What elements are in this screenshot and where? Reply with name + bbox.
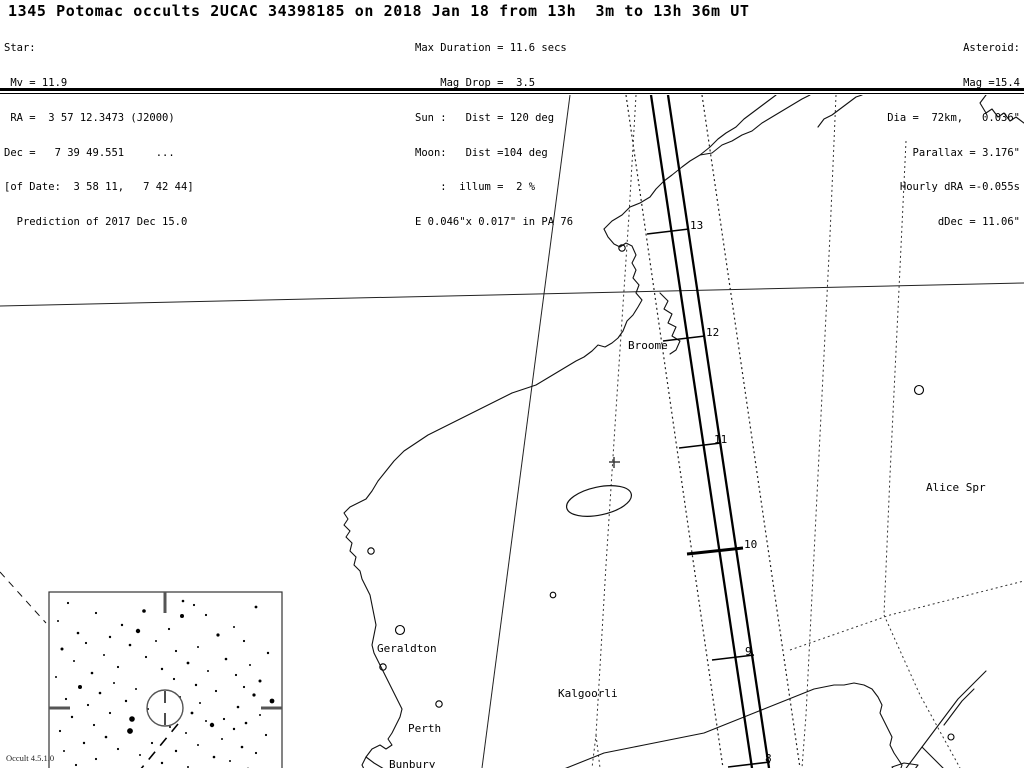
coast-northeast [699, 95, 811, 156]
city-label-perth: Perth [408, 722, 442, 735]
time-tick-label-10: 10 [744, 538, 758, 551]
error-limit-west [625, 95, 724, 768]
max-duration: Max Duration = 11.6 secs [415, 42, 567, 55]
star-field-inset[interactable] [48, 591, 283, 768]
path-limit-south [666, 95, 771, 768]
time-tick-label-11: 11 [714, 433, 728, 446]
star-heading: Star: [4, 42, 36, 55]
star-field-chart [48, 591, 283, 768]
tick-10 [686, 546, 744, 556]
city-dot-mtgambie [947, 733, 955, 741]
city-markers [367, 244, 955, 741]
time-tick-label-12: 12 [706, 326, 720, 339]
border-wa-sa-south [595, 734, 601, 768]
salt-lake-outline [565, 485, 633, 517]
island-small-1 [891, 762, 919, 768]
city-label-broome: Broome [628, 339, 668, 352]
city-label-alicespr: Alice Spr [926, 481, 986, 494]
coast-gulf-inner [943, 688, 975, 726]
border-sa-horizontal [789, 580, 1024, 651]
coast-west [343, 392, 513, 768]
city-dot-geraldton [367, 547, 375, 555]
coast-gulf [817, 95, 863, 128]
asteroid-heading: Asteroid: [963, 42, 1020, 55]
error-limit-east [701, 95, 801, 768]
coast-gulf-east [979, 95, 1024, 124]
path-limit-north [649, 95, 754, 768]
time-tick-label-9: 9 [745, 645, 752, 658]
time-tick-label-8: 8 [765, 752, 772, 765]
border-nt-sa [883, 140, 907, 616]
tick-13 [646, 228, 690, 235]
coast-st-vincent-gulf [921, 746, 944, 768]
city-dot-albany [435, 700, 443, 708]
header-divider [0, 88, 1024, 91]
coast-north-top [603, 95, 777, 230]
time-tick-label-13: 13 [690, 219, 704, 232]
tick-12 [662, 335, 706, 342]
path-center-marker [609, 457, 620, 468]
border-nt-qld [801, 95, 837, 768]
meridian-line-120e [481, 95, 571, 768]
occultation-prediction-page: 1345 Potomac occults 2UCAC 34398185 on 2… [0, 0, 1024, 768]
border-sa-nsw [883, 614, 961, 768]
city-dot-perth [394, 624, 406, 636]
header-divider-thin [0, 93, 1024, 94]
coast-spencer-gulf [905, 670, 987, 768]
header-panel: 1345 Potomac occults 2UCAC 34398185 on 2… [0, 0, 1024, 228]
city-label-geraldton: Geraldton [377, 642, 437, 655]
inset-frame [48, 591, 283, 768]
map-canvas[interactable]: Broome Geraldton Perth Bunbury Albany Ka… [0, 95, 1024, 768]
city-dot-alicespr [913, 384, 925, 396]
city-dot-kalgoorli [549, 591, 557, 599]
page-title: 1345 Potomac occults 2UCAC 34398185 on 2… [8, 2, 750, 20]
city-label-bunbury: Bunbury [389, 758, 436, 768]
state-borders [591, 95, 1024, 768]
occultation-error-limits [625, 95, 801, 768]
border-wa-nt [591, 95, 637, 768]
city-label-kalgoorli: Kalgoorli [558, 687, 618, 700]
tick-8 [727, 761, 771, 768]
coast-eyre-peninsula [843, 682, 903, 768]
software-version-label: Occult 4.5.1.0 [6, 753, 55, 763]
latitude-line-20s [0, 282, 1024, 307]
